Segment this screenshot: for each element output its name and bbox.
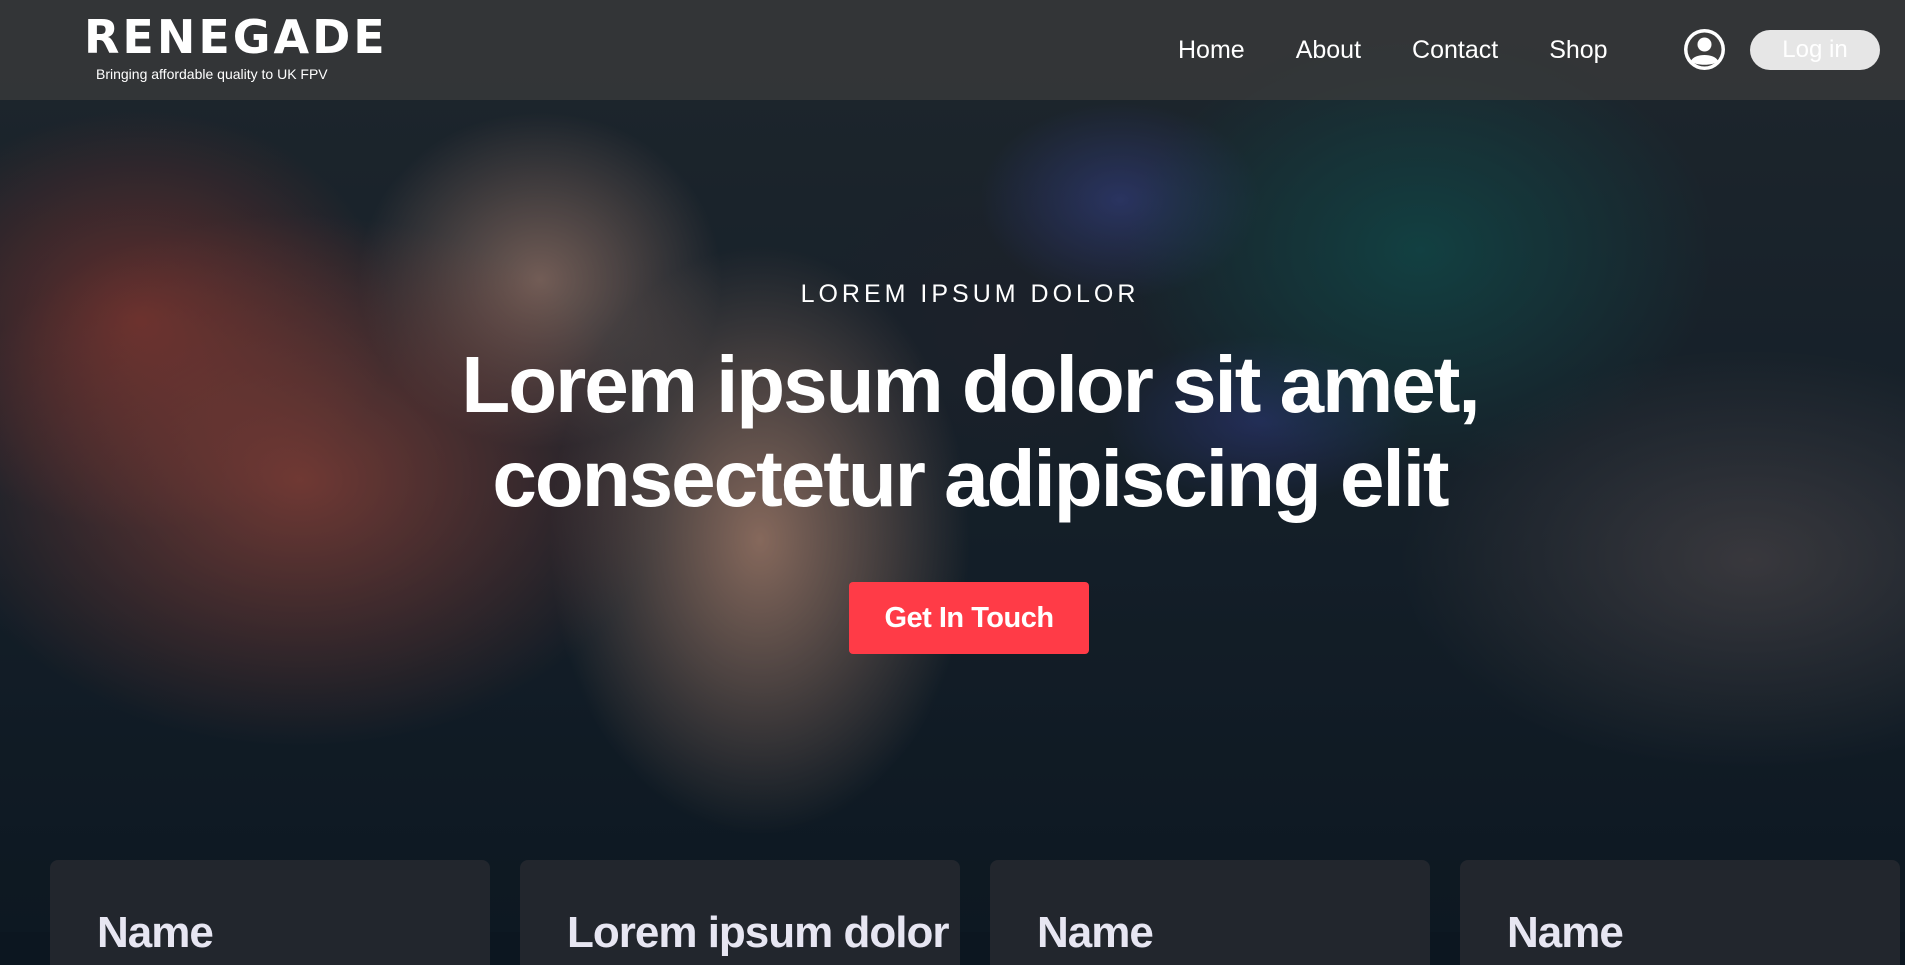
login-button[interactable]: Log in [1750,30,1880,70]
site-header: RENEGADE Bringing affordable quality to … [0,0,1905,100]
hero-headline: Lorem ipsum dolor sit amet, consectetur … [0,338,1905,526]
nav-about[interactable]: About [1296,30,1361,70]
logo-wordmark: RENEGADE [84,10,388,64]
card-title: Lorem ipsum dolor [567,908,949,957]
logo[interactable]: RENEGADE Bringing affordable quality to … [84,10,388,82]
feature-card[interactable]: Lorem ipsum dolor [520,860,960,965]
nav-home[interactable]: Home [1178,30,1245,70]
card-title: Name [1037,908,1154,957]
nav-shop[interactable]: Shop [1549,30,1607,70]
main-nav: Home About Contact Shop [1178,30,1659,70]
logo-tagline: Bringing affordable quality to UK FPV [96,66,328,82]
hero-headline-line-1: Lorem ipsum dolor sit amet, [461,340,1480,429]
hero-eyebrow: LOREM IPSUM DOLOR [800,280,1140,308]
card-title: Name [1507,908,1624,957]
account-circle-icon[interactable] [1684,29,1725,70]
get-in-touch-button[interactable]: Get In Touch [849,582,1089,654]
card-title: Name [97,908,214,957]
nav-contact[interactable]: Contact [1412,30,1498,70]
page: RENEGADE Bringing affordable quality to … [0,0,1905,965]
hero-headline-line-2: consectetur adipiscing elit [492,434,1449,523]
feature-card[interactable]: Name [1460,860,1900,965]
feature-card[interactable]: Name [990,860,1430,965]
feature-card[interactable]: Name [50,860,490,965]
